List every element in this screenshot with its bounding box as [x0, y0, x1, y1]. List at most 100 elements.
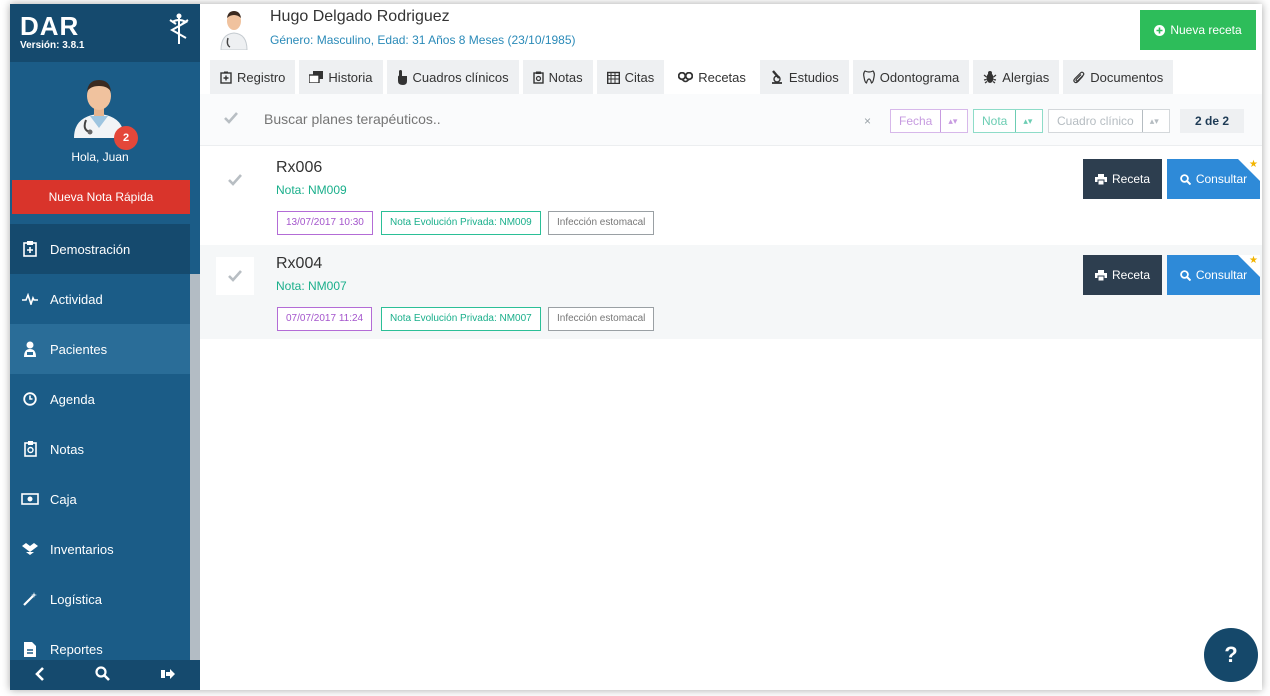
nav-item-caja[interactable]: Caja — [10, 474, 190, 524]
print-icon — [1094, 173, 1107, 185]
calendar-icon — [606, 71, 620, 84]
tab-documentos[interactable]: Documentos — [1063, 60, 1174, 94]
clock-icon — [16, 392, 44, 406]
row-check-icon[interactable] — [216, 257, 254, 295]
tab-alergias[interactable]: Alergias — [973, 60, 1060, 94]
tab-historia[interactable]: Historia — [299, 60, 383, 94]
help-button[interactable]: ? — [1204, 628, 1258, 682]
search-icon — [1180, 173, 1191, 185]
note-tag[interactable]: Nota Evolución Privada: NM007 — [381, 307, 541, 331]
new-prescription-button[interactable]: Nueva receta — [1140, 10, 1256, 50]
prescription-row: Rx006 Nota: NM009 13/07/2017 10:30 Nota … — [200, 149, 1262, 243]
sort-arrows-icon: ▴▾ — [1141, 110, 1166, 132]
tab-citas[interactable]: Citas — [596, 60, 665, 94]
filter-fecha-label: Fecha — [899, 114, 933, 128]
nav-item-notas[interactable]: Notas — [10, 424, 190, 474]
microscope-icon — [771, 70, 782, 84]
tab-label: Recetas — [698, 69, 746, 85]
tab-estudios[interactable]: Estudios — [759, 60, 849, 94]
nav-item-logistica[interactable]: Logística — [10, 574, 190, 624]
search-bar: × Fecha ▴▾ Nota ▴▾ Cuadro clínico ▴▾ 2 d… — [200, 94, 1262, 146]
pills-icon — [678, 71, 694, 82]
patient-header: Hugo Delgado Rodriguez Género: Masculino… — [200, 4, 1262, 62]
tooth-icon — [862, 70, 875, 84]
prescription-note[interactable]: Nota: NM009 — [276, 183, 347, 197]
star-icon: ★ — [1249, 255, 1258, 266]
clipboard-note-icon — [532, 71, 544, 84]
brand-header: DAR Versión: 3.8.1 — [10, 4, 200, 62]
tab-registro[interactable]: Registro — [210, 60, 296, 94]
tab-label: Odontograma — [879, 69, 960, 85]
bug-icon — [983, 71, 997, 84]
nav-item-inventarios[interactable]: Inventarios — [10, 524, 190, 574]
view-prescription-button[interactable]: Consultar ★ — [1167, 159, 1260, 199]
dropbox-icon — [16, 542, 44, 556]
select-all-check-icon[interactable] — [224, 112, 238, 127]
prescription-note[interactable]: Nota: NM007 — [276, 279, 347, 293]
date-tag: 07/07/2017 11:24 — [277, 307, 373, 331]
print-icon — [1094, 269, 1107, 281]
filter-cuadro-clinico[interactable]: Cuadro clínico ▴▾ — [1048, 109, 1170, 133]
filter-fecha[interactable]: Fecha ▴▾ — [890, 109, 968, 133]
date-tag: 13/07/2017 10:30 — [277, 211, 373, 235]
sort-arrows-icon: ▴▾ — [1015, 110, 1039, 132]
nav-label: Actividad — [50, 291, 103, 307]
prescription-title[interactable]: Rx004 — [276, 255, 322, 273]
patient-avatar — [220, 11, 248, 50]
nav-item-agenda[interactable]: Agenda — [10, 374, 190, 424]
sidebar: DAR Versión: 3.8.1 Hola, Juan 2 Nueva No… — [10, 4, 200, 690]
sort-arrows-icon: ▴▾ — [940, 110, 964, 132]
filter-nota[interactable]: Nota ▴▾ — [973, 109, 1043, 133]
nav-label: Reportes — [50, 641, 103, 657]
caduceus-logo-icon — [169, 13, 189, 44]
nav-label: Notas — [50, 441, 84, 457]
nav-item-pacientes[interactable]: Pacientes — [10, 324, 190, 374]
clipboard-icon — [16, 241, 44, 257]
condition-tag[interactable]: Infección estomacal — [548, 211, 655, 235]
patient-name: Hugo Delgado Rodriguez — [270, 8, 450, 25]
logout-icon[interactable] — [160, 668, 175, 683]
nav-item-demostracion[interactable]: Demostración — [10, 224, 190, 274]
tab-notas[interactable]: Notas — [522, 60, 593, 94]
condition-tag[interactable]: Infección estomacal — [548, 307, 655, 331]
patient-tabs: Registro Historia Cuadros clínicos Notas… — [200, 60, 1262, 94]
notification-badge[interactable]: 2 — [114, 126, 138, 150]
tab-label: Estudios — [788, 69, 839, 85]
windows-icon — [309, 71, 324, 83]
receta-label: Receta — [1111, 268, 1151, 282]
tab-label: Alergias — [1002, 69, 1050, 85]
quick-note-button[interactable]: Nueva Nota Rápida — [12, 180, 190, 214]
star-icon: ★ — [1249, 159, 1258, 170]
search-icon — [1180, 269, 1191, 281]
nav-label: Inventarios — [50, 541, 114, 557]
print-prescription-button[interactable]: Receta — [1083, 255, 1162, 295]
tab-label: Notas — [548, 69, 583, 85]
sidebar-footer — [10, 660, 200, 690]
nav-label: Logística — [50, 591, 103, 607]
plus-circle-icon — [1154, 24, 1166, 36]
paperclip-icon — [1073, 71, 1085, 83]
nav-label: Agenda — [50, 391, 95, 407]
tab-label: Registro — [237, 69, 286, 85]
filter-nota-label: Nota — [982, 114, 1008, 128]
search-input[interactable] — [264, 111, 764, 127]
prescription-title[interactable]: Rx006 — [276, 159, 322, 177]
tab-recetas[interactable]: Recetas — [668, 60, 756, 94]
note-tag[interactable]: Nota Evolución Privada: NM009 — [381, 211, 541, 235]
nav-item-actividad[interactable]: Actividad — [10, 274, 190, 324]
view-prescription-button[interactable]: Consultar ★ — [1167, 255, 1260, 295]
print-prescription-button[interactable]: Receta — [1083, 159, 1162, 199]
collapse-chevron-left-icon[interactable] — [35, 666, 45, 684]
search-icon[interactable] — [95, 666, 111, 684]
main-nav: Demostración Actividad Pacientes Agenda — [10, 224, 190, 674]
tab-label: Historia — [328, 69, 373, 85]
sidebar-scrollbar[interactable] — [190, 274, 200, 660]
row-check-icon[interactable] — [216, 161, 254, 199]
pulse-icon — [16, 293, 44, 305]
result-count: 2 de 2 — [1180, 109, 1244, 133]
nav-label: Pacientes — [50, 341, 108, 357]
receta-label: Receta — [1111, 172, 1151, 186]
clear-search-icon[interactable]: × — [864, 114, 871, 128]
tab-odontograma[interactable]: Odontograma — [852, 60, 970, 94]
tab-cuadros-clinicos[interactable]: Cuadros clínicos — [386, 60, 519, 94]
